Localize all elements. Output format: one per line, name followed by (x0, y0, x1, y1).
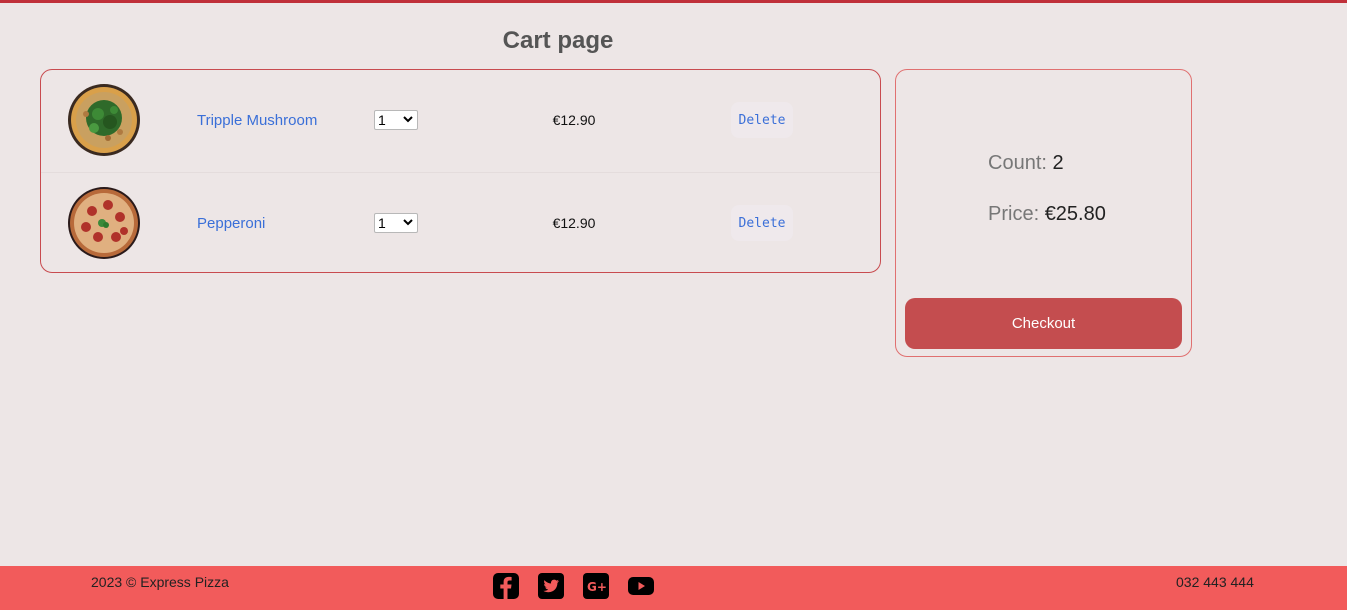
cart-list: Tripple Mushroom 1 €12.90 Delete Peppero… (40, 69, 881, 273)
google-plus-icon[interactable]: G+ (582, 572, 610, 600)
pepperoni-image (68, 187, 140, 259)
item-name-link[interactable]: Pepperoni (197, 215, 265, 232)
youtube-icon[interactable] (627, 572, 655, 600)
footer: 2023 © Express Pizza G+ 032 443 444 (0, 566, 1347, 610)
top-border (0, 0, 1347, 3)
footer-copyright: 2023 © Express Pizza (91, 574, 229, 590)
facebook-icon[interactable] (492, 572, 520, 600)
page-title: Cart page (502, 27, 614, 54)
price-label: Price: (988, 203, 1040, 225)
item-price: €12.90 (552, 112, 596, 128)
svg-text:G+: G+ (587, 580, 607, 594)
count-label: Count: (988, 152, 1047, 174)
total-price-line: Price: €25.80 (988, 203, 1106, 226)
cart-summary: Count: 2 Price: €25.80 Checkout (895, 69, 1192, 357)
chevron-down-icon (403, 116, 413, 123)
chevron-down-icon (403, 219, 413, 226)
cart-item-row: Pepperoni 1 €12.90 Delete (41, 172, 880, 272)
count-line: Count: 2 (988, 152, 1064, 175)
twitter-icon[interactable] (537, 572, 565, 600)
tripple-mushroom-image (68, 84, 140, 156)
checkout-button[interactable]: Checkout (905, 298, 1182, 349)
delete-button[interactable]: Delete (731, 102, 793, 138)
item-name-link[interactable]: Tripple Mushroom (197, 112, 317, 129)
item-price: €12.90 (552, 215, 596, 231)
total-price-value: €25.80 (1044, 203, 1106, 225)
quantity-select[interactable]: 1 (374, 110, 418, 130)
quantity-value: 1 (378, 112, 386, 128)
footer-phone: 032 443 444 (1176, 574, 1254, 590)
quantity-select[interactable]: 1 (374, 213, 418, 233)
delete-button[interactable]: Delete (731, 205, 793, 241)
cart-item-row: Tripple Mushroom 1 €12.90 Delete (41, 70, 880, 172)
quantity-value: 1 (378, 215, 386, 231)
count-value: 2 (1052, 152, 1064, 174)
